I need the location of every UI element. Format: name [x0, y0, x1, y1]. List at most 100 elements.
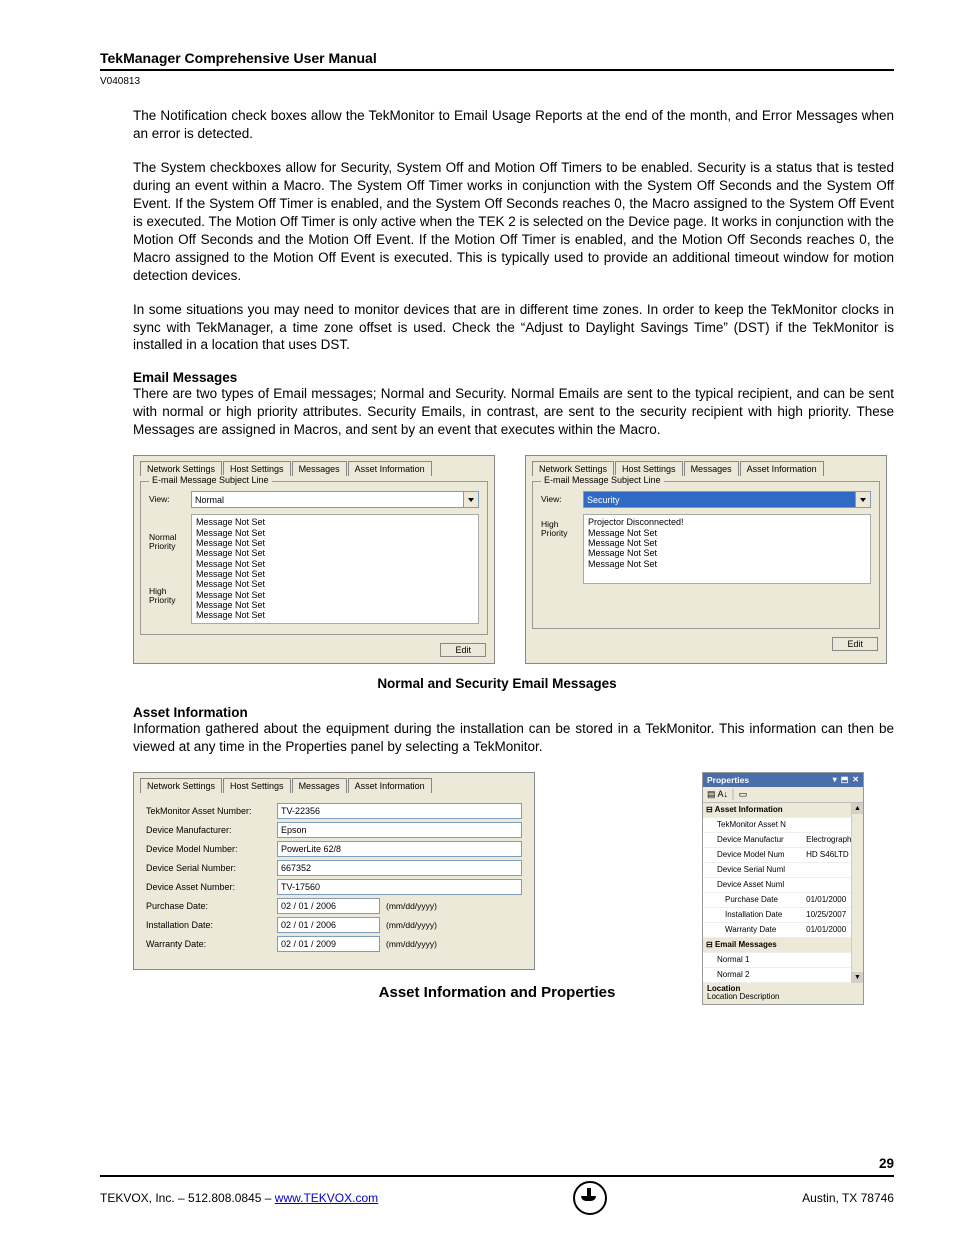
msg-line: Message Not Set	[588, 538, 866, 548]
prop-purchase-label: Purchase Date	[703, 892, 803, 907]
prop-normal1: Normal 1	[703, 952, 803, 967]
expand-icon[interactable]: ⊟	[706, 805, 713, 814]
msg-line: Message Not Set	[196, 610, 474, 620]
installation-date-input[interactable]: 02 / 01 / 2006	[277, 917, 380, 933]
heading-asset-information: Asset Information	[133, 705, 894, 720]
doc-title: TekManager Comprehensive User Manual	[100, 50, 894, 71]
footer-link[interactable]: www.TEKVOX.com	[275, 1191, 378, 1205]
installation-date-label: Installation Date:	[146, 920, 271, 930]
tekmonitor-asset-number-input[interactable]: TV-22356	[277, 803, 522, 819]
prop-normal2: Normal 2	[703, 967, 803, 982]
prop-model-label: Device Model Num	[703, 847, 803, 862]
tab-network-settings[interactable]: Network Settings	[532, 461, 614, 476]
tab-messages[interactable]: Messages	[292, 778, 347, 793]
date-hint: (mm/dd/yyyy)	[386, 920, 437, 930]
pin-icon[interactable]: ⬒	[841, 775, 849, 784]
view-label: View:	[149, 495, 191, 504]
page-number: 29	[100, 1156, 894, 1171]
msg-line: Projector Disconnected!	[588, 517, 866, 527]
paragraph-notification: The Notification check boxes allow the T…	[133, 107, 894, 143]
normal-priority-label: Normal Priority	[149, 533, 191, 551]
props-footer-desc: Location Description	[707, 993, 859, 1002]
device-model-label: Device Model Number:	[146, 844, 271, 854]
caption-email-messages: Normal and Security Email Messages	[100, 676, 894, 691]
device-asset-number-input[interactable]: TV-17560	[277, 879, 522, 895]
fieldset-title: E-mail Message Subject Line	[149, 475, 272, 485]
tekmonitor-asset-number-label: TekMonitor Asset Number:	[146, 806, 271, 816]
tab-network-settings[interactable]: Network Settings	[140, 461, 222, 476]
prop-warranty-label: Warranty Date	[703, 922, 803, 937]
expand-icon[interactable]: ⊟	[706, 940, 713, 949]
msg-line: Message Not Set	[196, 548, 474, 558]
msg-line: Message Not Set	[196, 590, 474, 600]
dropdown-value: Normal	[195, 495, 224, 505]
device-serial-input[interactable]: 667352	[277, 860, 522, 876]
category-asset-info: Asset Information	[715, 805, 783, 814]
device-manufacturer-input[interactable]: Epson	[277, 822, 522, 838]
high-priority-label: High Priority	[541, 520, 583, 538]
sort-alpha-icon[interactable]: A↓	[718, 789, 729, 799]
prop-install-label: Installation Date	[703, 907, 803, 922]
tab-asset-information[interactable]: Asset Information	[348, 778, 432, 793]
chevron-down-icon	[860, 498, 866, 502]
asset-info-panel: Network Settings Host Settings Messages …	[133, 772, 535, 970]
msg-line: Message Not Set	[588, 528, 866, 538]
fieldset-title: E-mail Message Subject Line	[541, 475, 664, 485]
footer-location: Austin, TX 78746	[802, 1191, 894, 1205]
view-dropdown-normal[interactable]: Normal	[191, 491, 479, 508]
close-icon[interactable]: ✕	[852, 775, 859, 784]
device-serial-label: Device Serial Number:	[146, 863, 271, 873]
tab-host-settings[interactable]: Host Settings	[615, 461, 683, 476]
footer-company: TEKVOX, Inc. – 512.808.0845 –	[100, 1191, 275, 1205]
warranty-date-label: Warranty Date:	[146, 939, 271, 949]
chevron-down-icon	[468, 498, 474, 502]
tab-network-settings[interactable]: Network Settings	[140, 778, 222, 793]
page-icon[interactable]: ▭	[739, 789, 748, 799]
device-asset-number-label: Device Asset Number:	[146, 882, 271, 892]
tab-messages[interactable]: Messages	[684, 461, 739, 476]
message-list-normal: Message Not Set Message Not Set Message …	[191, 514, 479, 623]
msg-line: Message Not Set	[196, 538, 474, 548]
scroll-down-icon[interactable]: ▼	[852, 972, 863, 983]
msg-line: Message Not Set	[196, 579, 474, 589]
date-hint: (mm/dd/yyyy)	[386, 901, 437, 911]
edit-button[interactable]: Edit	[440, 643, 486, 657]
tab-host-settings[interactable]: Host Settings	[223, 461, 291, 476]
prop-manufacturer-label: Device Manufactur	[703, 832, 803, 847]
tab-messages[interactable]: Messages	[292, 461, 347, 476]
msg-line: Message Not Set	[588, 559, 866, 569]
scrollbar[interactable]: ▲ ▼	[851, 803, 863, 983]
tekvox-logo-icon	[573, 1181, 607, 1215]
view-dropdown-security[interactable]: Security	[583, 491, 871, 508]
prop-serial: Device Serial Numl	[703, 862, 803, 877]
minimize-icon[interactable]: ▾	[833, 775, 837, 784]
prop-dev-asset: Device Asset Numl	[703, 877, 803, 892]
purchase-date-label: Purchase Date:	[146, 901, 271, 911]
paragraph-asset: Information gathered about the equipment…	[133, 720, 894, 756]
device-manufacturer-label: Device Manufacturer:	[146, 825, 271, 835]
purchase-date-input[interactable]: 02 / 01 / 2006	[277, 898, 380, 914]
category-email-messages: Email Messages	[715, 940, 777, 949]
warranty-date-input[interactable]: 02 / 01 / 2009	[277, 936, 380, 952]
message-list-security: Projector Disconnected! Message Not Set …	[583, 514, 871, 584]
msg-line: Message Not Set	[588, 548, 866, 558]
msg-line: Message Not Set	[196, 600, 474, 610]
high-priority-label: High Priority	[149, 587, 191, 605]
tab-host-settings[interactable]: Host Settings	[223, 778, 291, 793]
sort-categorized-icon[interactable]: ▤	[707, 789, 716, 799]
properties-toolbar: ▤ A↓ │ ▭	[703, 787, 863, 803]
msg-line: Message Not Set	[196, 517, 474, 527]
doc-version: V040813	[100, 76, 894, 87]
scroll-up-icon[interactable]: ▲	[852, 803, 863, 814]
edit-button[interactable]: Edit	[832, 637, 878, 651]
prop-tek-asset: TekMonitor Asset N	[703, 817, 803, 832]
email-panel-security: Network Settings Host Settings Messages …	[525, 455, 887, 663]
msg-line: Message Not Set	[196, 528, 474, 538]
device-model-input[interactable]: PowerLite 62/8	[277, 841, 522, 857]
tab-asset-information[interactable]: Asset Information	[348, 461, 432, 476]
heading-email-messages: Email Messages	[133, 370, 894, 385]
email-panel-normal: Network Settings Host Settings Messages …	[133, 455, 495, 663]
date-hint: (mm/dd/yyyy)	[386, 939, 437, 949]
msg-line: Message Not Set	[196, 569, 474, 579]
tab-asset-information[interactable]: Asset Information	[740, 461, 824, 476]
